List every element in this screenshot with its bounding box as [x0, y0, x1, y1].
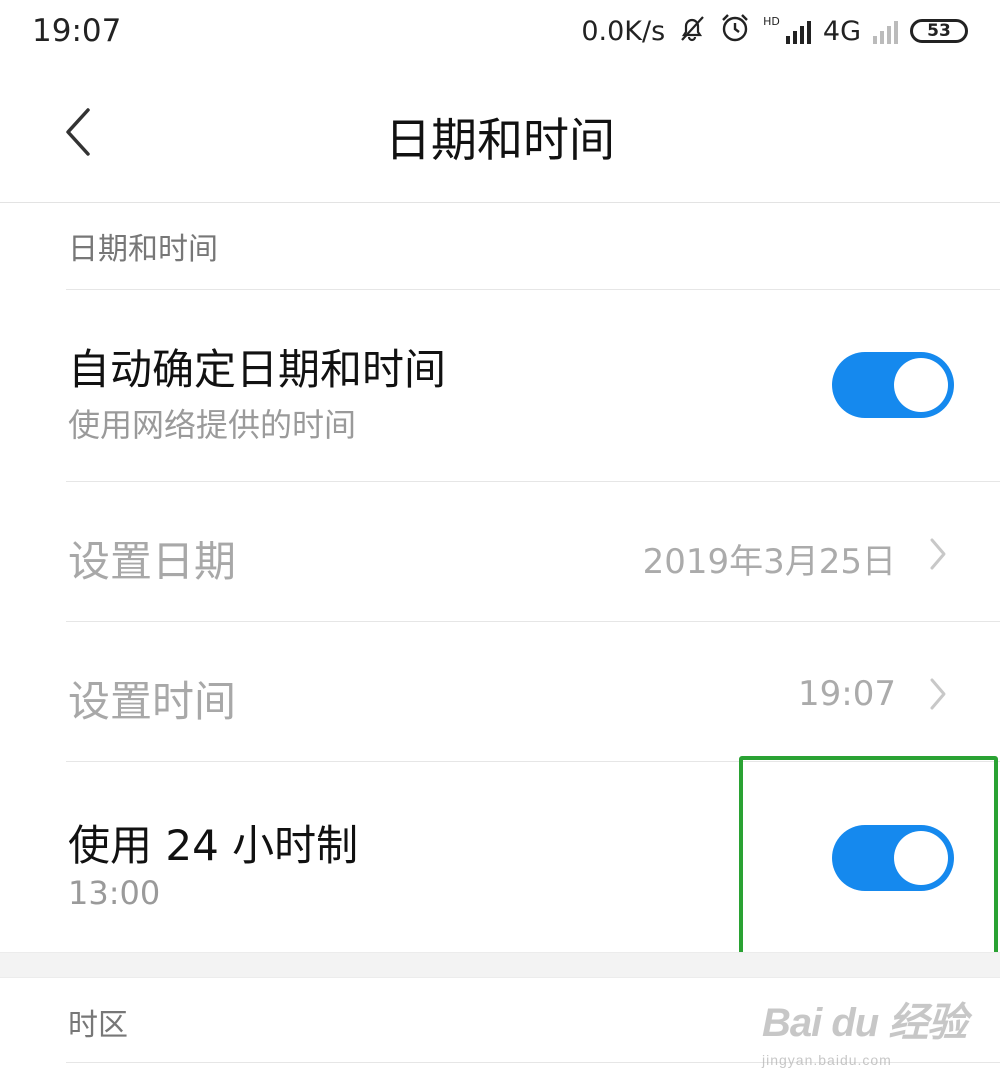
battery-icon: 53 [910, 19, 968, 43]
auto-datetime-row[interactable]: 自动确定日期和时间 使用网络提供的时间 [0, 290, 1000, 481]
signal-icon [785, 18, 811, 44]
set-time-row[interactable]: 设置时间 19:07 [0, 622, 1000, 762]
alarm-icon [719, 12, 751, 51]
chevron-right-icon [930, 678, 946, 710]
toggle-knob [894, 358, 948, 412]
set-date-value: 2019年3月25日 [642, 542, 896, 582]
watermark-url: jingyan.baidu.com [762, 1052, 892, 1068]
auto-datetime-toggle[interactable] [832, 352, 954, 418]
section-label-timezone: 时区 [68, 1008, 128, 1043]
net-speed: 0.0K/s [581, 15, 666, 47]
set-date-row[interactable]: 设置日期 2019年3月25日 [0, 482, 1000, 622]
status-bar: 19:07 0.0K/s HD 4G 53 [0, 0, 1000, 62]
auto-datetime-subtitle: 使用网络提供的时间 [68, 406, 357, 444]
mute-bell-icon [677, 13, 707, 50]
watermark-brand: Bai du 经验 [762, 1001, 967, 1045]
section-label-datetime: 日期和时间 [68, 232, 218, 267]
page-title: 日期和时间 [385, 113, 615, 167]
auto-datetime-title: 自动确定日期和时间 [68, 345, 447, 394]
set-time-value: 19:07 [798, 674, 896, 714]
highlight-annotation [739, 756, 998, 964]
set-date-title: 设置日期 [68, 537, 237, 586]
section-gap [0, 952, 1000, 978]
watermark: Bai du 经验 jingyan.baidu.com [762, 990, 982, 1080]
header: 日期和时间 [0, 62, 1000, 203]
use-24h-title: 使用 24 小时制 [68, 821, 359, 870]
chevron-right-icon [930, 538, 946, 570]
set-time-title: 设置时间 [68, 677, 237, 726]
network-type: 4G [822, 15, 861, 47]
signal-icon-secondary [873, 18, 898, 44]
use-24h-subtitle: 13:00 [68, 874, 161, 912]
hd-tag: HD [763, 14, 780, 28]
battery-level: 53 [927, 21, 951, 41]
status-icons: 0.0K/s HD 4G 53 [581, 12, 968, 51]
status-time: 19:07 [32, 13, 122, 49]
